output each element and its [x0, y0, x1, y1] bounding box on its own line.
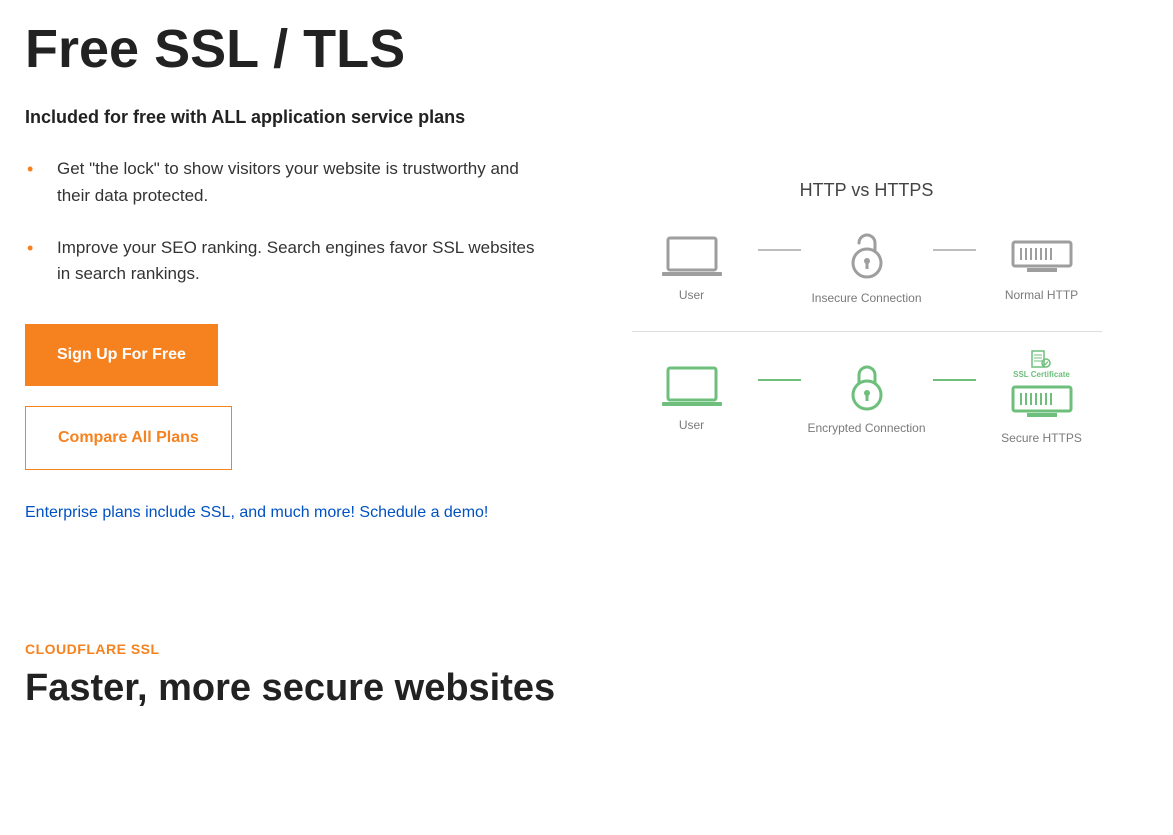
bullet-item: Get "the lock" to show visitors your web… — [25, 156, 545, 209]
section-cloudflare-ssl: CLOUDFLARE SSL Faster, more secure websi… — [25, 641, 1148, 710]
cta-group: Sign Up For Free Compare All Plans — [25, 324, 545, 470]
signup-button[interactable]: Sign Up For Free — [25, 324, 218, 386]
connection-line — [758, 249, 801, 251]
certificate-label: SSL Certificate — [1013, 370, 1070, 379]
certificate-icon — [1031, 350, 1051, 368]
bullet-item: Improve your SEO ranking. Search engines… — [25, 235, 545, 288]
page-title: Free SSL / TLS — [25, 20, 545, 79]
diagram-label: Secure HTTPS — [1001, 431, 1082, 445]
diagram-user-cell: User — [632, 364, 752, 432]
hero-left-column: Free SSL / TLS Included for free with AL… — [25, 20, 545, 541]
diagram-separator — [632, 331, 1102, 332]
diagram-label: Normal HTTP — [1005, 288, 1078, 302]
server-icon — [1007, 234, 1077, 278]
diagram-lock-cell: Insecure Connection — [807, 231, 927, 305]
hero-right-column: HTTP vs HTTPS User — [585, 20, 1148, 463]
diagram-title: HTTP vs HTTPS — [632, 180, 1102, 201]
server-icon — [1007, 385, 1077, 421]
diagram-row-secure: User Encrypted Connection — [632, 340, 1102, 463]
diagram-server-cell: SSL Certificate — [982, 350, 1102, 445]
diagram-label: User — [679, 418, 704, 432]
section-title: Faster, more secure websites — [25, 667, 1148, 710]
laptop-icon — [660, 364, 724, 408]
http-vs-https-diagram: HTTP vs HTTPS User — [632, 180, 1102, 463]
diagram-label: User — [679, 288, 704, 302]
connection-line — [933, 379, 976, 381]
laptop-icon — [660, 234, 724, 278]
compare-plans-button[interactable]: Compare All Plans — [25, 406, 232, 470]
section-eyebrow: CLOUDFLARE SSL — [25, 641, 1148, 657]
locked-lock-icon — [847, 361, 887, 411]
hero-section: Free SSL / TLS Included for free with AL… — [25, 20, 1148, 541]
connection-line — [758, 379, 801, 381]
hero-subhead: Included for free with ALL application s… — [25, 107, 545, 128]
diagram-server-cell: Normal HTTP — [982, 234, 1102, 302]
feature-bullets: Get "the lock" to show visitors your web… — [25, 156, 545, 287]
unlocked-lock-icon — [847, 231, 887, 281]
enterprise-demo-link[interactable]: Enterprise plans include SSL, and much m… — [25, 504, 488, 521]
enterprise-demo-text: Enterprise plans include SSL, and much m… — [25, 500, 545, 526]
diagram-label: Insecure Connection — [811, 291, 921, 305]
connection-line — [933, 249, 976, 251]
ssl-certificate-badge: SSL Certificate — [1013, 350, 1070, 379]
diagram-lock-cell: Encrypted Connection — [807, 361, 927, 435]
diagram-label: Encrypted Connection — [807, 421, 925, 435]
diagram-user-cell: User — [632, 234, 752, 302]
diagram-row-insecure: User Insecure Connection — [632, 221, 1102, 323]
